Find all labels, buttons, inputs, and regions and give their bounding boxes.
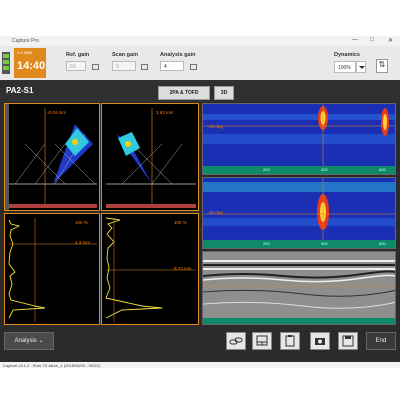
clock-display: 3 x 3628 14:40	[14, 48, 46, 78]
cscan-2-tick: 400	[321, 241, 328, 246]
tab-3d[interactable]: 3D	[214, 86, 234, 100]
ascan-2-top-label: 100 %	[174, 220, 187, 225]
close-button[interactable]: ✕	[388, 37, 393, 44]
chevron-down-icon[interactable]	[356, 61, 366, 73]
cscan-2-tick: 600	[379, 241, 386, 246]
tab-2pa-tofd[interactable]: 2PA & TOFD	[158, 86, 210, 100]
cscan-1-graphic	[203, 104, 395, 174]
ascan-2-depth-label: 8.73 mm	[174, 266, 192, 271]
window-title: Capture Pro	[12, 38, 39, 44]
page-title: PA2-S1	[6, 86, 34, 95]
cscan-2-tick: 200	[263, 241, 270, 246]
cscan-1-tick: 200	[263, 167, 270, 172]
cscan-2[interactable]: 60 deg 200 400 600	[202, 177, 396, 249]
analysis-gain-input[interactable]: 4	[160, 61, 184, 71]
status-text: Capture v3.1.2 · Rohr 70 Jahre_1 (2018/0…	[3, 363, 100, 368]
dynamics-label: Dynamics	[334, 52, 360, 58]
cscan-1-angle-label: 45 deg	[209, 124, 223, 129]
ascan-1-graphic	[8, 218, 97, 322]
lock-icon[interactable]	[141, 64, 148, 70]
tofd-scan-graphic	[203, 252, 395, 324]
sector-scan-1-label: -0.04 mm	[47, 110, 67, 115]
sector-scan-2-label: 3.63 mm	[156, 110, 174, 115]
sliders-icon[interactable]: ⇅	[376, 59, 388, 73]
cscan-1[interactable]: 45 deg 200 400 600	[202, 103, 396, 175]
ascan-1-depth-label: 4.3 mm	[75, 240, 91, 245]
clipboard-icon[interactable]	[280, 332, 300, 350]
sector-scan-2[interactable]: 3.63 mm	[101, 103, 199, 211]
ascan-2[interactable]: 100 % 8.73 mm	[101, 213, 199, 325]
clock-subtitle: 3 x 3628	[17, 50, 33, 55]
sector-scan-1[interactable]: -0.04 mm	[4, 103, 100, 211]
cscan-2-graphic	[203, 178, 395, 248]
cscan-2-angle-label: 60 deg	[209, 210, 223, 215]
scan-gain-input[interactable]: 0	[112, 61, 136, 71]
dynamics-select[interactable]: 100%	[334, 61, 356, 73]
camera-icon[interactable]	[310, 332, 330, 350]
tofd-scan[interactable]	[202, 251, 396, 325]
sector-scan-2-graphic	[106, 108, 196, 208]
lock-icon[interactable]	[190, 64, 197, 70]
ascan-1[interactable]: 100 % 4.3 mm	[4, 213, 100, 325]
sector-scan-1-graphic	[5, 104, 97, 210]
analysis-button[interactable]: Analysis ⌄	[4, 332, 54, 350]
link-icon[interactable]	[226, 332, 246, 350]
ascan-1-top-label: 100 %	[75, 220, 88, 225]
analysis-button-label: Analysis	[14, 338, 37, 344]
layout-icon[interactable]	[252, 332, 272, 350]
scan-gain-label: Scan gain	[112, 52, 138, 58]
ref-gain-input[interactable]: 60	[66, 61, 86, 71]
maximize-button[interactable]: □	[370, 37, 374, 43]
analysis-gain-label: Analysis gain	[160, 52, 196, 58]
status-bar: Capture v3.1.2 · Rohr 70 Jahre_1 (2018/0…	[0, 362, 400, 368]
save-icon[interactable]	[338, 332, 358, 350]
lock-icon[interactable]	[92, 64, 99, 70]
end-button[interactable]: End	[366, 332, 396, 350]
battery-icon	[2, 52, 10, 74]
title-bar: Capture Pro — □ ✕	[0, 36, 400, 46]
cscan-1-tick: 400	[321, 167, 328, 172]
ref-gain-label: Ref. gain	[66, 52, 90, 58]
cscan-1-tick: 600	[379, 167, 386, 172]
minimize-button[interactable]: —	[352, 37, 358, 43]
clock-time: 14:40	[17, 60, 46, 72]
